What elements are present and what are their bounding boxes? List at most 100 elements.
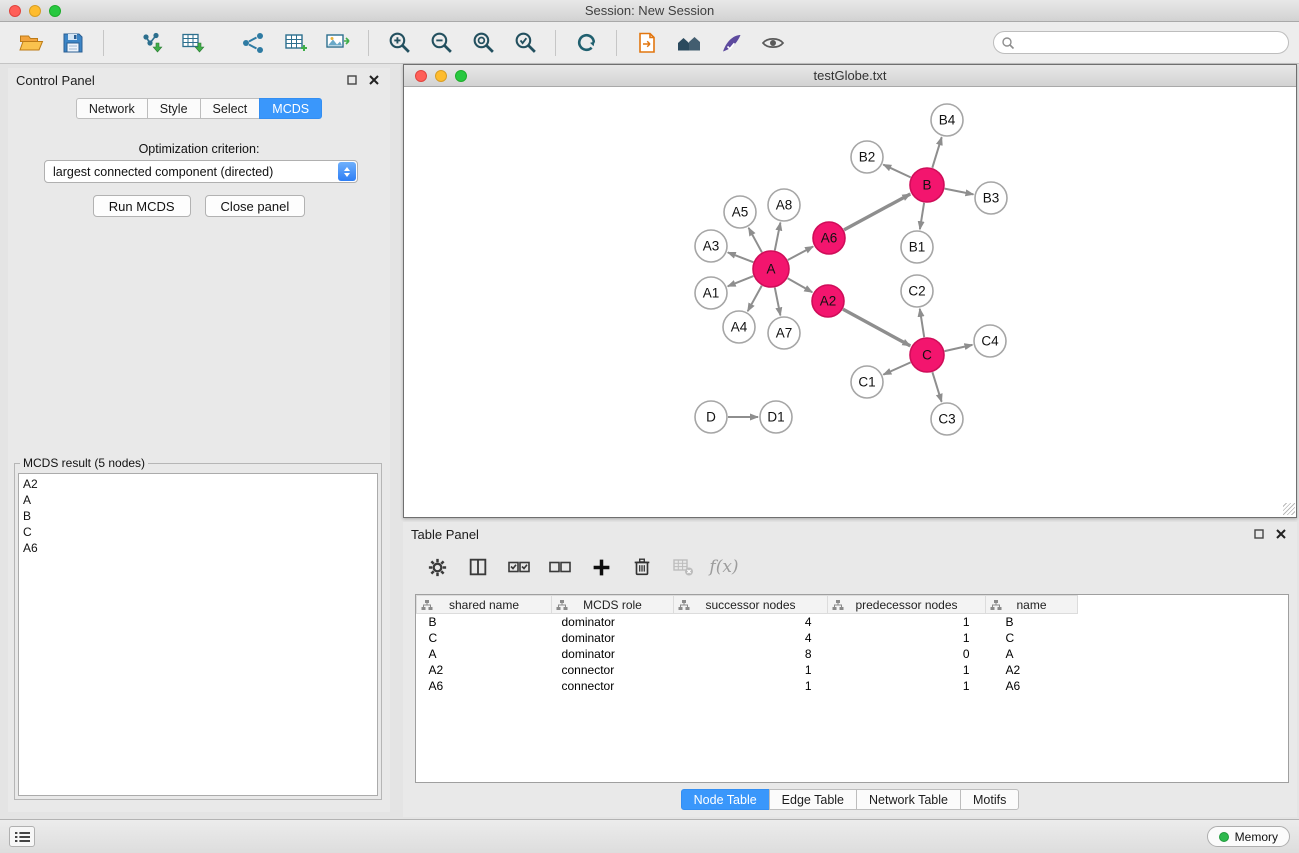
close-panel-button[interactable] [366,72,382,88]
graph-edge-A-A5[interactable] [749,228,762,253]
tab-style[interactable]: Style [147,98,201,119]
graph-edge-B-B2[interactable] [883,165,910,178]
mcds-result-item[interactable]: A6 [23,540,377,556]
mcds-result-item[interactable]: A [23,492,377,508]
close-panel-action-button[interactable]: Close panel [205,195,306,217]
table-cell[interactable]: 1 [828,678,986,694]
table-cell[interactable]: A2 [986,662,1078,678]
delete-column-button[interactable] [628,553,656,581]
graph-edge-A-A8[interactable] [775,223,781,251]
graph-edge-A-A1[interactable] [728,276,754,286]
table-cell[interactable]: dominator [552,630,674,646]
column-header-name[interactable]: name [986,596,1078,614]
zoom-out-button[interactable] [420,26,462,60]
zoom-in-button[interactable] [378,26,420,60]
show-panel-list-button[interactable] [9,826,35,847]
graph-edge-A-A4[interactable] [748,286,762,312]
criterion-select[interactable]: largest connected component (directed) [44,160,358,183]
tab-mcds[interactable]: MCDS [259,98,322,119]
tab-node-table[interactable]: Node Table [681,789,770,810]
mcds-result-item[interactable]: C [23,524,377,540]
table-cell[interactable]: 0 [828,646,986,662]
table-row[interactable]: Bdominator41B [417,614,1289,630]
table-cell[interactable]: A [986,646,1078,662]
open-session-button[interactable] [10,26,52,60]
network-minimize-button[interactable] [435,70,447,82]
apply-style-button[interactable] [626,26,668,60]
graph-edge-A2-C[interactable] [843,309,910,346]
table-cell[interactable]: dominator [552,614,674,630]
graph-edge-C-C1[interactable] [883,362,910,374]
table-cell[interactable]: A6 [986,678,1078,694]
close-window-button[interactable] [9,5,21,17]
graph-edge-A6-B[interactable] [844,194,910,230]
new-table-button[interactable] [275,26,317,60]
zoom-window-button[interactable] [49,5,61,17]
table-cell[interactable]: 8 [674,646,828,662]
graph-edge-B-B3[interactable] [945,189,974,195]
tab-motifs[interactable]: Motifs [960,789,1019,810]
table-row[interactable]: A6connector11A6 [417,678,1289,694]
tab-network-table[interactable]: Network Table [856,789,961,810]
table-cell[interactable]: dominator [552,646,674,662]
zoom-selected-button[interactable] [504,26,546,60]
new-network-button[interactable] [233,26,275,60]
table-cell[interactable]: 1 [828,662,986,678]
table-cell[interactable]: 1 [828,614,986,630]
function-builder-button[interactable]: f(x) [710,553,738,581]
graph-edge-A-A7[interactable] [775,288,781,316]
graph-edge-A-A2[interactable] [788,278,813,292]
add-column-button[interactable] [587,553,615,581]
table-cell[interactable]: A6 [417,678,552,694]
table-cell[interactable]: 1 [828,630,986,646]
graph-edge-A-A6[interactable] [788,247,813,261]
column-header-successor-nodes[interactable]: successor nodes [674,596,828,614]
show-columns-button[interactable] [464,553,492,581]
tab-edge-table[interactable]: Edge Table [769,789,857,810]
delete-table-button[interactable] [669,553,697,581]
table-cell[interactable]: B [417,614,552,630]
mcds-result-item[interactable]: B [23,508,377,524]
deselect-all-button[interactable] [546,553,574,581]
table-float-panel-button[interactable] [1251,526,1267,542]
table-cell[interactable]: connector [552,662,674,678]
table-row[interactable]: Adominator80A [417,646,1289,662]
zoom-fit-button[interactable] [462,26,504,60]
table-cell[interactable]: 4 [674,614,828,630]
search-input[interactable] [994,36,1288,50]
table-cell[interactable]: C [417,630,552,646]
import-table-button[interactable] [173,26,215,60]
graph-edge-C-C4[interactable] [945,345,973,351]
minimize-window-button[interactable] [29,5,41,17]
table-close-panel-button[interactable] [1273,526,1289,542]
import-network-button[interactable] [131,26,173,60]
table-cell[interactable]: 1 [674,678,828,694]
column-header-predecessor-nodes[interactable]: predecessor nodes [828,596,986,614]
show-graphics-button[interactable] [752,26,794,60]
tab-network[interactable]: Network [76,98,148,119]
graph-edge-B-B1[interactable] [920,203,924,229]
table-cell[interactable]: 4 [674,630,828,646]
table-cell[interactable]: connector [552,678,674,694]
table-row[interactable]: Cdominator41C [417,630,1289,646]
column-header-mcds-role[interactable]: MCDS role [552,596,674,614]
mcds-result-list[interactable]: A2ABCA6 [18,473,378,796]
refresh-view-button[interactable] [565,26,607,60]
network-zoom-button[interactable] [455,70,467,82]
network-close-button[interactable] [415,70,427,82]
table-cell[interactable]: C [986,630,1078,646]
table-cell[interactable]: B [986,614,1078,630]
table-cell[interactable]: A2 [417,662,552,678]
search-field[interactable] [993,31,1289,54]
network-canvas-area[interactable]: B4B2BB3A5A8A6B1A3AC2A1A2A4A7C4CC1C3DD1 [404,87,1296,516]
select-all-button[interactable] [505,553,533,581]
table-cell[interactable]: A [417,646,552,662]
memory-button[interactable]: Memory [1207,826,1290,847]
style-check-button[interactable] [710,26,752,60]
graph-edge-C-C3[interactable] [932,372,941,402]
float-panel-button[interactable] [344,72,360,88]
save-session-button[interactable] [52,26,94,60]
export-image-button[interactable] [317,26,359,60]
graph-edge-C-C2[interactable] [920,309,924,337]
resize-handle[interactable] [1283,503,1295,515]
